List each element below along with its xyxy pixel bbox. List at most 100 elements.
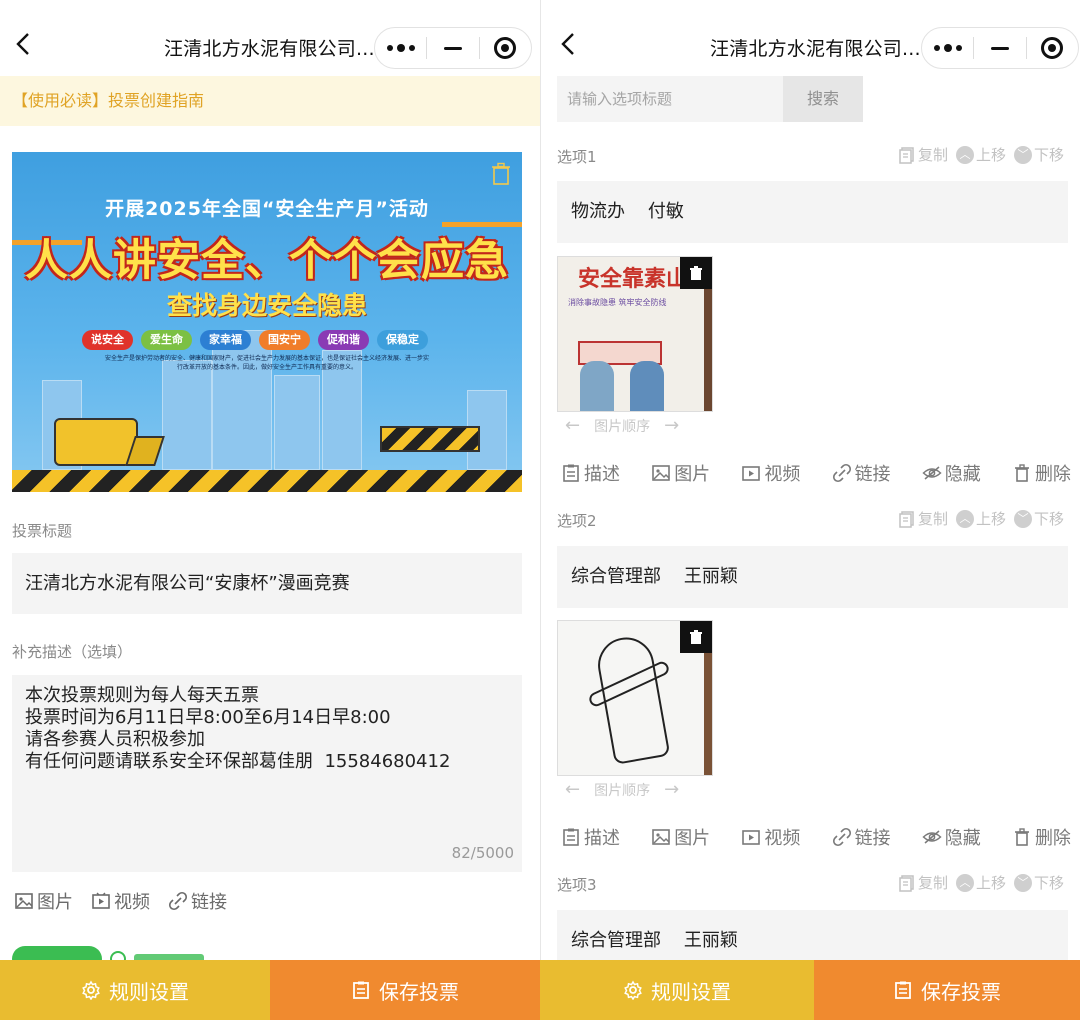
left-screen: 汪清北方水泥有限公司... 【使用必读】投票创建指南 开展2025年全国“安全生… (0, 0, 540, 1020)
arrow-left-icon[interactable]: ← (565, 779, 580, 800)
option-1-title-input[interactable]: 物流办 付敏 (557, 181, 1068, 243)
minimize-icon (443, 46, 462, 50)
trash-icon (690, 630, 702, 644)
chevron-up-icon: ︿ (955, 145, 974, 164)
video-button[interactable]: 视频 (741, 460, 800, 486)
search-button[interactable]: 搜索 (783, 76, 863, 122)
delete-image-button[interactable] (680, 257, 712, 289)
document-icon (895, 981, 911, 999)
delete-image-button[interactable] (680, 621, 712, 653)
link-button[interactable]: 链接 (832, 460, 891, 486)
copy-icon (899, 510, 914, 528)
nav-bar: 汪清北方水泥有限公司... (541, 0, 1080, 76)
option-3-label: 选项3 (557, 876, 597, 894)
move-down-button[interactable]: ﹀ 下移 (1013, 872, 1064, 893)
video-icon (92, 892, 110, 909)
trash-icon (1014, 464, 1029, 482)
bottom-action-bar: 规则设置 保存投票 (0, 960, 540, 1020)
option-1-label: 选项1 (557, 148, 597, 166)
arrow-right-icon[interactable]: → (664, 415, 679, 436)
link-icon (832, 463, 851, 483)
bulldozer-graphic (54, 418, 138, 466)
desc-line-4: 有任何问题请联系安全环保部葛佳朋 15584680412 (25, 751, 451, 772)
description-button[interactable]: 描述 (561, 460, 620, 486)
image-icon (15, 893, 33, 909)
more-button[interactable] (375, 28, 426, 68)
option-2-label: 选项2 (557, 512, 597, 530)
close-program-button[interactable] (480, 28, 531, 68)
add-image-button[interactable]: 图片 (14, 888, 73, 914)
move-down-button[interactable]: ﹀ 下移 (1013, 508, 1064, 529)
move-down-button[interactable]: ﹀ 下移 (1013, 144, 1064, 165)
delete-option-button[interactable]: 删除 (1012, 824, 1071, 850)
eye-off-icon (922, 830, 942, 844)
banner-subtitle: 开展2025年全国“安全生产月”活动 (105, 198, 429, 220)
hide-button[interactable]: 隐藏 (922, 460, 981, 486)
arrow-right-icon[interactable]: → (664, 779, 679, 800)
option-1-header: 选项1 复制 ︿ 上移 ﹀ 下移 (557, 144, 1068, 166)
image-button[interactable]: 图片 (651, 824, 710, 850)
option-2-toolbar: 描述 图片 视频 链接 隐藏 删除 (561, 824, 1071, 850)
desc-line-1: 本次投票规则为每人每天五票 (25, 685, 259, 706)
arrow-left-icon[interactable]: ← (565, 415, 580, 436)
option-search-bar: 搜索 (557, 76, 863, 122)
move-up-button[interactable]: ︿ 上移 (955, 872, 1006, 893)
trash-icon (690, 266, 702, 280)
cover-banner-image: 开展2025年全国“安全生产月”活动 人人讲安全、个个会应急 查找身边安全隐患 … (12, 152, 522, 492)
option-2-thumbnail[interactable] (557, 620, 713, 776)
rule-settings-button[interactable]: 规则设置 (540, 960, 814, 1020)
roadblock-graphic (380, 426, 480, 452)
description-icon (563, 828, 579, 846)
more-dots-icon (386, 44, 415, 52)
move-up-button[interactable]: ︿ 上移 (955, 508, 1006, 529)
back-arrow-icon[interactable] (555, 30, 583, 58)
banner-slogan: 查找身边安全隐患 (166, 291, 367, 320)
minimize-button[interactable] (427, 28, 478, 68)
copy-option-button[interactable]: 复制 (898, 144, 948, 165)
option-1-toolbar: 描述 图片 视频 链接 隐藏 删除 (561, 460, 1071, 486)
image-icon (652, 829, 670, 845)
add-video-button[interactable]: 视频 (91, 888, 150, 914)
rule-settings-button[interactable]: 规则设置 (0, 960, 270, 1020)
image-order-control: ← 图片顺序 → (565, 415, 680, 436)
delete-option-button[interactable]: 删除 (1012, 460, 1071, 486)
description-label: 补充描述（选填） (12, 643, 133, 661)
link-icon (832, 827, 851, 847)
image-button[interactable]: 图片 (651, 460, 710, 486)
video-icon (742, 830, 761, 845)
link-button[interactable]: 链接 (832, 824, 891, 850)
document-icon (353, 981, 369, 999)
hide-button[interactable]: 隐藏 (922, 824, 981, 850)
save-vote-button[interactable]: 保存投票 (814, 960, 1080, 1020)
gear-icon (624, 980, 642, 1000)
guide-notice-link[interactable]: 【使用必读】投票创建指南 (0, 76, 540, 126)
gear-icon (82, 980, 100, 1000)
banner-headline: 人人讲安全、个个会应急 (25, 236, 509, 286)
option-3-title-input[interactable]: 综合管理部 王丽颖 (557, 910, 1068, 960)
copy-icon (899, 874, 914, 892)
vote-title-input[interactable]: 汪清北方水泥有限公司“安康杯”漫画竞赛 (12, 553, 522, 614)
banner-paragraph: 安全生产是保护劳动者的安全、健康和国家财产，促进社会生产力发展的基本保证，也是保… (104, 355, 429, 371)
description-textarea[interactable]: 本次投票规则为每人每天五票 投票时间为6月11日早8:00至6月14日早8:00… (12, 675, 522, 872)
copy-option-button[interactable]: 复制 (898, 872, 948, 893)
option-1-thumbnail[interactable]: 安全靠素山 消除事故隐患 筑牢安全防线 (557, 256, 713, 412)
banner-pills: 说安全 爱生命 家幸福 国安宁 促和谐 保稳定 (82, 330, 428, 350)
save-vote-button[interactable]: 保存投票 (270, 960, 540, 1020)
mini-program-capsule (921, 27, 1079, 69)
option-2-title-input[interactable]: 综合管理部 王丽颖 (557, 546, 1068, 608)
minimize-button[interactable] (974, 28, 1025, 68)
chevron-up-icon: ︿ (955, 509, 974, 528)
move-up-button[interactable]: ︿ 上移 (955, 144, 1006, 165)
video-button[interactable]: 视频 (741, 824, 800, 850)
description-media-toolbar: 图片 视频 链接 (14, 888, 227, 914)
chevron-up-icon: ︿ (955, 873, 974, 892)
copy-option-button[interactable]: 复制 (898, 508, 948, 529)
copy-icon (899, 146, 914, 164)
close-program-button[interactable] (1027, 28, 1078, 68)
option-search-input[interactable] (557, 76, 783, 122)
add-link-button[interactable]: 链接 (168, 888, 227, 914)
trash-icon[interactable] (490, 162, 512, 186)
more-button[interactable] (922, 28, 973, 68)
description-button[interactable]: 描述 (561, 824, 620, 850)
back-arrow-icon[interactable] (10, 30, 38, 58)
